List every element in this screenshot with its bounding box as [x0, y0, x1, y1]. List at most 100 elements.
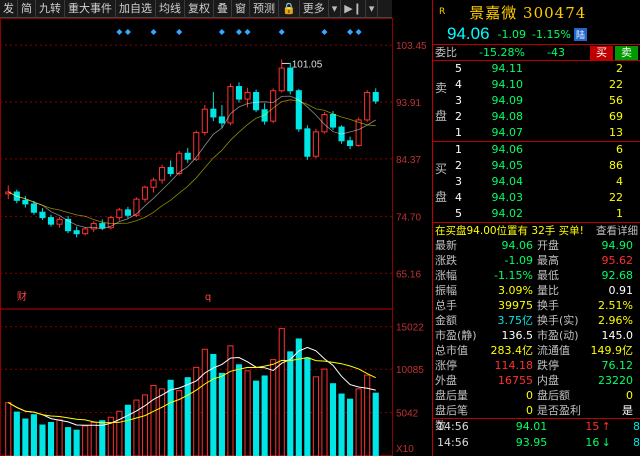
volume-bar: [235, 364, 243, 456]
stat-value: 94.06: [501, 239, 534, 252]
stat-label: 总市值: [435, 344, 468, 357]
stat-value: 283.4亿: [490, 344, 534, 357]
sell-button[interactable]: 卖: [615, 46, 638, 60]
level-volume: 13: [609, 126, 623, 139]
tick-count: 8: [633, 420, 640, 433]
r-marker: R: [439, 7, 446, 17]
volume-bar: [338, 393, 345, 456]
stat-label: 是否盈利: [537, 404, 581, 417]
toolbar-item-9[interactable]: 预测: [250, 0, 279, 18]
stat-label: 开盘: [537, 239, 559, 252]
stat-value: 3.75亿: [497, 314, 534, 327]
stat-value: 114.18: [494, 359, 534, 372]
level-price: 94.03: [491, 191, 524, 204]
sell-level-4[interactable]: 4 94.10 22: [433, 77, 640, 93]
candle-up: [244, 92, 251, 100]
buy-level-4[interactable]: 4 94.03 22: [433, 190, 640, 206]
candle-down: [304, 128, 311, 157]
volume-bar: [347, 398, 354, 456]
kline-chart[interactable]: 103.45 93.91 84.37 74.70 65.16 15022 10085 5042…: [0, 18, 430, 456]
volume-bar: [253, 380, 260, 456]
collapse-panel-icon[interactable]: ▶❙: [341, 0, 366, 18]
volume-bar: [150, 384, 157, 456]
notice-detail-link[interactable]: 查看详细: [596, 223, 638, 238]
sell-level-2[interactable]: 2 94.08 69: [433, 109, 640, 125]
stat-label: 盘后量: [435, 389, 468, 402]
volume-bar: [372, 392, 379, 456]
order-notice: 在买盘94.00位置有 32手 买单! 查看详细: [433, 222, 640, 238]
event-diamond-icon: [236, 29, 242, 35]
toolbar-item-4[interactable]: 加自选: [116, 0, 156, 18]
toolbar-item-8[interactable]: 窗: [232, 0, 250, 18]
weibi-row: 委比 -15.28% -43 买 卖: [433, 44, 640, 60]
price-axis-label: 103.45: [396, 41, 427, 52]
volume-axis-label: 10085: [396, 365, 424, 376]
arrow-up-icon: ↑: [601, 420, 611, 433]
weibi-diff: -43: [547, 46, 565, 59]
price-change: -1.09: [497, 27, 527, 41]
candle-down: [218, 116, 225, 124]
buy-button[interactable]: 买: [590, 46, 613, 60]
stat-row: 盘后量 0 盘后额 0: [433, 388, 640, 403]
volume-bar: [321, 368, 328, 456]
toolbar-item-0[interactable]: 发: [0, 0, 18, 18]
volume-bar: [261, 375, 268, 456]
buy-level-5[interactable]: 5 94.02 1: [433, 206, 640, 222]
level-index: 2: [455, 110, 462, 123]
level-price: 94.04: [491, 175, 524, 188]
volume-bar: [99, 420, 106, 456]
volume-axis-label: 5042: [396, 409, 419, 420]
buy-level-3[interactable]: 3 94.04 4: [433, 174, 640, 190]
candle-up: [56, 218, 63, 225]
sell-level-1[interactable]: 1 94.07 13: [433, 125, 640, 141]
level-price: 94.11: [491, 62, 524, 75]
level-volume: 6: [616, 143, 623, 156]
toolbar-item-3[interactable]: 重大事件: [65, 0, 116, 18]
sell-level-5[interactable]: 5 94.11 2: [433, 61, 640, 77]
buy-level-1[interactable]: 1 94.06 6: [433, 142, 640, 158]
level-price: 94.10: [491, 78, 524, 91]
candle-up: [312, 131, 319, 157]
stat-value: 145.0: [601, 329, 634, 342]
toolbar-item-5[interactable]: 均线: [156, 0, 185, 18]
stat-row: 总市值 283.4亿 流通值 149.9亿: [433, 343, 640, 358]
buy-level-2[interactable]: 2 94.05 86: [433, 158, 640, 174]
lock-icon[interactable]: 🔒: [279, 0, 300, 18]
toolbar-item-2[interactable]: 九转: [36, 0, 65, 18]
event-diamond-icon: [176, 29, 183, 35]
quote-stats: 最新 94.06 开盘 94.90 涨跌 -1.09 最高 95.62 涨幅 -1.15% 最低 92…: [433, 238, 640, 432]
stat-value: 95.62: [601, 254, 634, 267]
kline-chart-area[interactable]: 103.45 93.91 84.37 74.70 65.16 15022 10085 5042…: [0, 18, 430, 456]
price-axis-label: 65.16: [396, 269, 421, 280]
stat-label: 涨幅: [435, 269, 457, 282]
stat-label: 最高: [537, 254, 559, 267]
sell-level-3[interactable]: 3 94.09 56: [433, 93, 640, 109]
candle-down: [372, 92, 379, 102]
stat-row: 盘后笔数 0 是否盈利 是: [433, 403, 640, 432]
price-axis-label: 84.37: [396, 155, 421, 166]
stat-value: -1.15%: [494, 269, 533, 282]
volume-bar: [355, 388, 362, 456]
volume-bar: [82, 425, 89, 456]
toolbar-item-1[interactable]: 简: [18, 0, 36, 18]
level-volume: 22: [609, 78, 623, 91]
arrow-down-icon: ↓: [601, 436, 611, 449]
level-price: 94.06: [491, 143, 524, 156]
candle-down: [253, 92, 260, 111]
stat-value: 2.51%: [598, 299, 633, 312]
level-price: 94.02: [491, 207, 524, 220]
stat-row: 涨幅 -1.15% 最低 92.68: [433, 268, 640, 283]
candle-up: [141, 186, 149, 200]
panel-dropdown-icon[interactable]: ▾: [366, 0, 379, 18]
more-dropdown-icon[interactable]: ▾: [329, 0, 342, 18]
toolbar-item-7[interactable]: 叠: [214, 0, 232, 18]
level-volume: 2: [616, 62, 623, 75]
level-index: 1: [455, 126, 462, 139]
toolbar-item-10[interactable]: 更多: [300, 0, 329, 18]
high-marker-label: 101.05: [292, 59, 323, 70]
weibi-label: 委比: [435, 46, 457, 59]
level-index: 4: [455, 191, 462, 204]
stat-value: 76.12: [601, 359, 634, 372]
stat-label: 市盈(静): [435, 329, 477, 342]
toolbar-item-6[interactable]: 复权: [185, 0, 214, 18]
